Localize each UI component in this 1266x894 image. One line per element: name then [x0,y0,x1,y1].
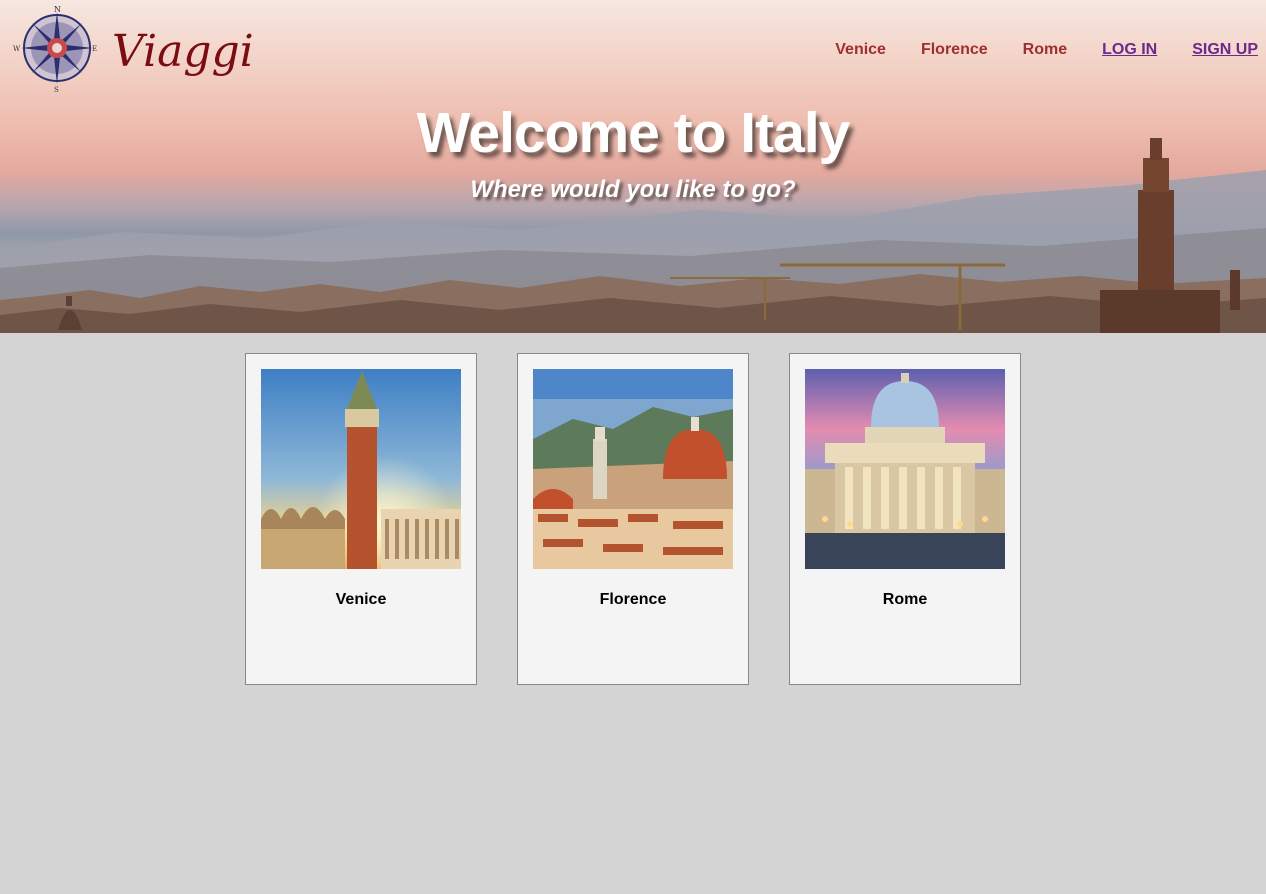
hero-title: Welcome to Italy [416,101,851,165]
compass-n: N [54,5,61,14]
venice-image [261,369,461,569]
main-nav: Venice Florence Rome LOG IN SIGN UP [835,41,1258,59]
nav-link-florence[interactable]: Florence [921,41,988,59]
nav-link-venice[interactable]: Venice [835,41,886,59]
hero-subtitle: Where would you like to go? [470,176,796,203]
login-link[interactable]: LOG IN [1102,41,1157,59]
city-card-florence[interactable]: Florence [517,353,749,685]
nav-link-rome[interactable]: Rome [1023,41,1067,59]
city-card-title: Florence [599,591,667,608]
brand-name: Viaggi [112,26,254,77]
city-card-title: Rome [882,591,928,608]
florence-image [533,369,733,569]
compass-s: S [54,86,59,94]
compass-e: E [92,45,97,53]
city-card-rome[interactable]: Rome [789,353,1021,685]
signup-link[interactable]: SIGN UP [1192,41,1258,59]
compass-icon: N E S W [13,5,97,94]
brand-logo[interactable]: N E S W Viaggi [12,4,254,94]
compass-w: W [13,45,21,53]
city-card-venice[interactable]: Venice [245,353,477,685]
city-card-title: Venice [335,591,387,608]
rome-image [805,369,1005,569]
